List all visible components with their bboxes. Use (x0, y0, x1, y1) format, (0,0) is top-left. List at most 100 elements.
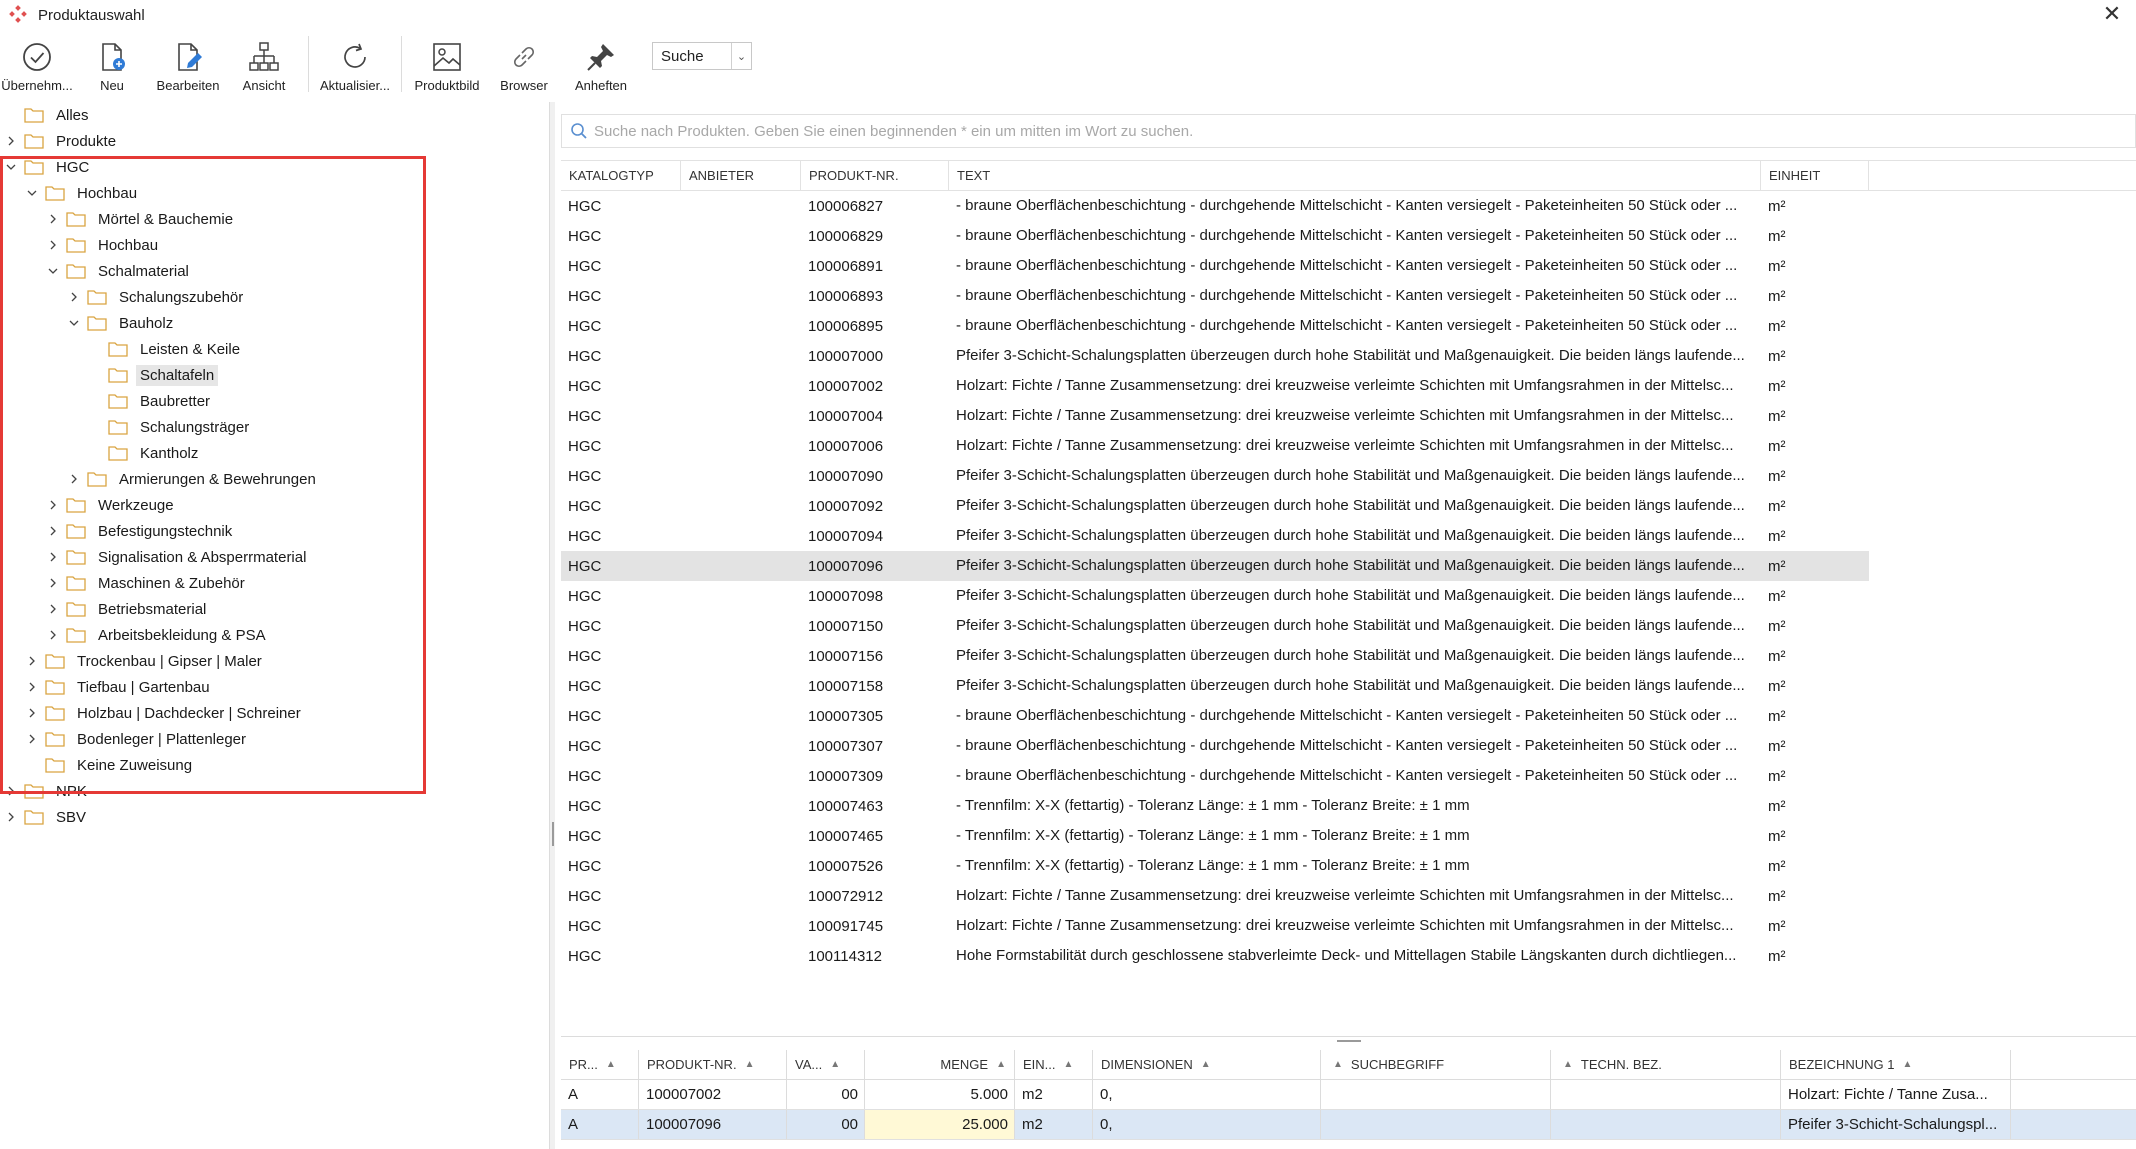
table-row[interactable]: HGC 100007092 Pfeifer 3-Schicht-Schalungsp… (561, 491, 1869, 521)
table-row[interactable]: HGC 100114312 Hohe Formstabilität durch ge… (561, 941, 1869, 971)
sort-arrow-icon[interactable]: ▲ (830, 1059, 840, 1070)
table-row[interactable]: HGC 100007094 Pfeifer 3-Schicht-Schalungsp… (561, 521, 1869, 551)
table-row[interactable]: A 100007002 00 5.000 m2 0, Holzart: Fichte / T… (561, 1080, 2136, 1110)
table-row[interactable]: HGC 100072912 Holzart: Fichte / Tanne Zusa… (561, 881, 1869, 911)
column-header[interactable]: KATALOGTYP (561, 161, 681, 190)
chevron-down-icon[interactable]: ⌄ (731, 43, 751, 69)
tree-item[interactable]: Tiefbau | Gartenbau (25, 674, 214, 700)
chevron-right-icon[interactable] (46, 576, 60, 590)
tree-item[interactable]: Schalungsträger (88, 414, 253, 440)
tree-item[interactable]: Bodenleger | Plattenleger (25, 726, 250, 752)
chevron-down-icon[interactable] (4, 160, 18, 174)
tree-item[interactable]: Kantholz (88, 440, 202, 466)
tree-item[interactable]: Keine Zuweisung (25, 752, 196, 778)
tree-item[interactable]: Trockenbau | Gipser | Maler (25, 648, 266, 674)
accept-button[interactable]: Übernehm... (0, 32, 74, 96)
sort-arrow-icon[interactable]: ▲ (1201, 1059, 1211, 1070)
table-row[interactable]: HGC 100006895 - braune Oberflächenbeschich… (561, 311, 1869, 341)
chevron-right-icon[interactable] (67, 472, 81, 486)
product-search-box[interactable] (561, 114, 2136, 148)
table-row[interactable]: HGC 100007156 Pfeifer 3-Schicht-Schalungsp… (561, 641, 1869, 671)
browser-button[interactable]: Browser (486, 32, 562, 96)
table-row[interactable]: A 100007096 00 25.000 m2 0, Pfeifer 3-Schicht-… (561, 1110, 2136, 1140)
chevron-down-icon[interactable] (67, 316, 81, 330)
sort-arrow-icon[interactable]: ▲ (1563, 1059, 1573, 1070)
column-header[interactable]: EINHEIT (1761, 161, 1869, 190)
tree-item[interactable]: NPK (4, 778, 91, 804)
chevron-right-icon[interactable] (25, 680, 39, 694)
table-row[interactable]: HGC 100006893 - braune Oberflächenbeschich… (561, 281, 1869, 311)
tree-item[interactable]: Produkte (4, 128, 120, 154)
column-header[interactable]: ANBIETER (681, 161, 801, 190)
tree-item[interactable]: Hochbau (46, 232, 162, 258)
tree-item[interactable]: Alles (4, 102, 93, 128)
chevron-down-icon[interactable] (46, 264, 60, 278)
table-row[interactable]: HGC 100007309 - braune Oberflächenbeschich… (561, 761, 1869, 791)
tree-item[interactable]: Leisten & Keile (88, 336, 244, 362)
table-row[interactable]: HGC 100007090 Pfeifer 3-Schicht-Schalungsp… (561, 461, 1869, 491)
table-row[interactable]: HGC 100007150 Pfeifer 3-Schicht-Schalungsp… (561, 611, 1869, 641)
table-row[interactable]: HGC 100007307 - braune Oberflächenbeschich… (561, 731, 1869, 761)
sort-arrow-icon[interactable]: ▲ (1902, 1059, 1912, 1070)
tree-item[interactable]: Betriebsmaterial (46, 596, 210, 622)
sort-arrow-icon[interactable]: ▲ (606, 1059, 616, 1070)
chevron-right-icon[interactable] (25, 654, 39, 668)
new-button[interactable]: Neu (74, 32, 150, 96)
chevron-right-icon[interactable] (46, 550, 60, 564)
chevron-right-icon[interactable] (46, 524, 60, 538)
quantity-field[interactable]: 5.000 (865, 1080, 1015, 1109)
column-header[interactable]: BEZEICHNUNG 1 ▲ (1781, 1050, 2011, 1079)
quantity-field[interactable]: 25.000 (865, 1110, 1015, 1139)
chevron-right-icon[interactable] (4, 810, 18, 824)
table-row[interactable]: HGC 100007096 Pfeifer 3-Schicht-Schalungsp… (561, 551, 1869, 581)
grid-splitter[interactable] (561, 1036, 2136, 1046)
tree-item[interactable]: Armierungen & Bewehrungen (67, 466, 320, 492)
tree-item[interactable]: Signalisation & Absperrmaterial (46, 544, 310, 570)
close-icon[interactable]: ✕ (2100, 2, 2124, 26)
table-row[interactable]: HGC 100007000 Pfeifer 3-Schicht-Schalungsp… (561, 341, 1869, 371)
tree-item[interactable]: Werkzeuge (46, 492, 178, 518)
tree-item[interactable]: Schalmaterial (46, 258, 193, 284)
chevron-right-icon[interactable] (4, 784, 18, 798)
tree-item[interactable]: Maschinen & Zubehör (46, 570, 249, 596)
refresh-button[interactable]: Aktualisier... (315, 32, 395, 96)
tree-item[interactable]: Hochbau (25, 180, 141, 206)
table-row[interactable]: HGC 100006891 - braune Oberflächenbeschich… (561, 251, 1869, 281)
panel-splitter[interactable] (549, 102, 555, 1149)
chevron-right-icon[interactable] (4, 134, 18, 148)
column-header[interactable]: PRODUKT-NR. ▲ (639, 1050, 787, 1079)
tree-item[interactable]: Mörtel & Bauchemie (46, 206, 237, 232)
column-header[interactable]: ▲ SUCHBEGRIFF (1321, 1050, 1551, 1079)
column-header[interactable]: ▲ TECHN. BEZ. (1551, 1050, 1781, 1079)
table-row[interactable]: HGC 100006829 - braune Oberflächenbeschich… (561, 221, 1869, 251)
tree-item[interactable]: Holzbau | Dachdecker | Schreiner (25, 700, 305, 726)
pin-button[interactable]: Anheften (562, 32, 640, 96)
chevron-right-icon[interactable] (46, 602, 60, 616)
table-row[interactable]: HGC 100007463 - Trennfilm: X-X (fettartig)… (561, 791, 1869, 821)
column-header[interactable]: DIMENSIONEN ▲ (1093, 1050, 1321, 1079)
chevron-right-icon[interactable] (46, 628, 60, 642)
tree-item[interactable]: HGC (4, 154, 93, 180)
table-row[interactable]: HGC 100007002 Holzart: Fichte / Tanne Zusa… (561, 371, 1869, 401)
table-row[interactable]: HGC 100007158 Pfeifer 3-Schicht-Schalungsp… (561, 671, 1869, 701)
product-search-input[interactable] (594, 122, 2135, 140)
tree-item[interactable]: Baubretter (88, 388, 214, 414)
tree-item[interactable]: SBV (4, 804, 90, 830)
sort-arrow-icon[interactable]: ▲ (996, 1059, 1006, 1070)
chevron-down-icon[interactable] (25, 186, 39, 200)
table-row[interactable]: HGC 100007006 Holzart: Fichte / Tanne Zusa… (561, 431, 1869, 461)
column-header[interactable]: TEXT (949, 161, 1761, 190)
table-row[interactable]: HGC 100007526 - Trennfilm: X-X (fettartig)… (561, 851, 1869, 881)
tree-item[interactable]: Schaltafeln (88, 362, 219, 388)
splitter-grip[interactable] (552, 822, 554, 846)
tree-item[interactable]: Arbeitsbekleidung & PSA (46, 622, 270, 648)
sort-arrow-icon[interactable]: ▲ (745, 1059, 755, 1070)
column-header[interactable]: EIN... ▲ (1015, 1050, 1093, 1079)
tree-item[interactable]: Bauholz (67, 310, 177, 336)
column-header[interactable]: VA... ▲ (787, 1050, 865, 1079)
product-image-button[interactable]: Produktbild (408, 32, 486, 96)
table-row[interactable]: HGC 100006827 - braune Oberflächenbeschich… (561, 191, 1869, 221)
table-row[interactable]: HGC 100007098 Pfeifer 3-Schicht-Schalungsp… (561, 581, 1869, 611)
chevron-right-icon[interactable] (46, 238, 60, 252)
chevron-right-icon[interactable] (67, 290, 81, 304)
